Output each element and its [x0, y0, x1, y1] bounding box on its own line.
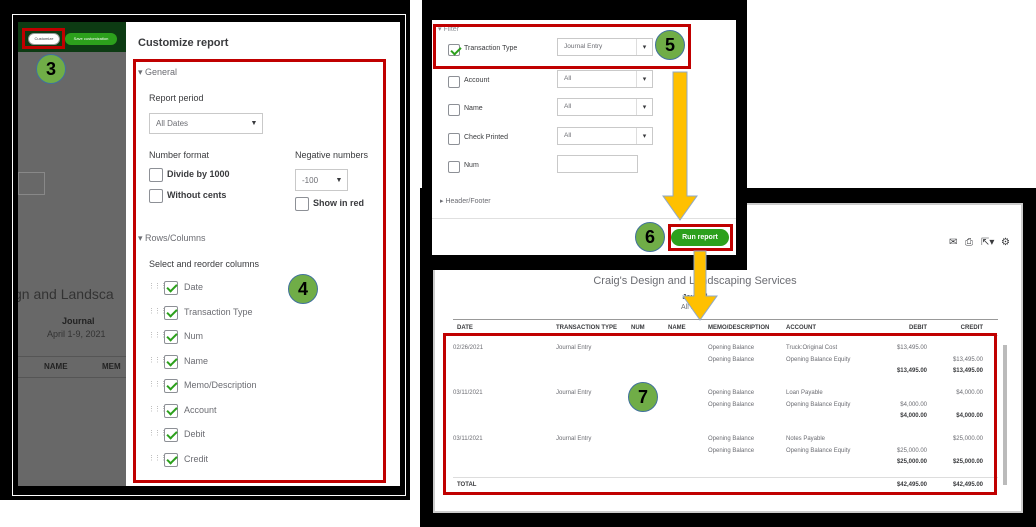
- bg-col-memo: MEM: [102, 362, 121, 371]
- bg-input: [18, 172, 45, 195]
- run-report-highlight: [668, 224, 733, 251]
- column-header[interactable]: DATE: [457, 325, 473, 331]
- step-4-badge: 4: [288, 274, 318, 304]
- filter-label: Check Printed: [464, 134, 508, 141]
- export-icon[interactable]: ⇱▾: [981, 237, 994, 248]
- bg-report-period: April 1-9, 2021: [47, 329, 106, 339]
- step-3-badge: 3: [36, 54, 66, 84]
- filter-select[interactable]: All ▾: [557, 70, 653, 88]
- filter-checkbox[interactable]: [448, 104, 460, 116]
- report-table-highlight: [443, 333, 997, 495]
- chevron-down-icon: ▾: [636, 71, 652, 87]
- header-footer-label: Header/Footer: [445, 198, 491, 205]
- header-divider: [453, 319, 998, 320]
- gear-icon[interactable]: ⚙: [1001, 237, 1010, 248]
- print-icon[interactable]: ⎙: [965, 237, 973, 248]
- filter-checkbox[interactable]: [448, 161, 460, 173]
- chevron-down-icon: ▾: [636, 128, 652, 144]
- column-header[interactable]: TRANSACTION TYPE: [556, 325, 617, 331]
- step-6-badge: 6: [635, 222, 665, 252]
- column-header[interactable]: ACCOUNT: [786, 325, 816, 331]
- bg-company-name: gn and Landsca: [18, 286, 114, 302]
- filter-value: All: [564, 75, 572, 82]
- column-header[interactable]: MEMO/DESCRIPTION: [708, 325, 769, 331]
- filter-value: All: [564, 103, 572, 110]
- save-customization-button[interactable]: Save customization: [65, 33, 117, 45]
- filter-label: Account: [464, 77, 490, 84]
- transaction-type-highlight: [433, 24, 691, 69]
- customize-panel-highlight: [133, 59, 386, 483]
- filter-label: Num: [464, 162, 479, 169]
- arrow-down-icon: [682, 250, 718, 321]
- email-icon[interactable]: ✉: [949, 237, 957, 248]
- filter-select[interactable]: All ▾: [557, 98, 653, 116]
- step-7-badge: 7: [628, 382, 658, 412]
- column-header[interactable]: CREDIT: [913, 325, 983, 331]
- filter-checkbox[interactable]: [448, 133, 460, 145]
- filter-label: Name: [464, 105, 483, 112]
- customize-title: Customize report: [138, 37, 229, 49]
- scrollbar[interactable]: [1003, 345, 1007, 485]
- header-footer-toggle[interactable]: ▸ Header/Footer: [440, 197, 491, 205]
- chevron-down-icon: ▾: [636, 99, 652, 115]
- column-header[interactable]: NUM: [631, 325, 645, 331]
- column-header[interactable]: NAME: [668, 325, 686, 331]
- filter-select[interactable]: All ▾: [557, 127, 653, 145]
- bg-col-name: NAME: [44, 362, 68, 371]
- arrow-down-icon: [662, 71, 698, 221]
- customize-highlight: [22, 28, 65, 49]
- filter-value: All: [564, 132, 572, 139]
- step-5-badge: 5: [655, 30, 685, 60]
- bg-report-title: Journal: [62, 316, 95, 326]
- num-filter-input[interactable]: [557, 155, 638, 173]
- filter-checkbox[interactable]: [448, 76, 460, 88]
